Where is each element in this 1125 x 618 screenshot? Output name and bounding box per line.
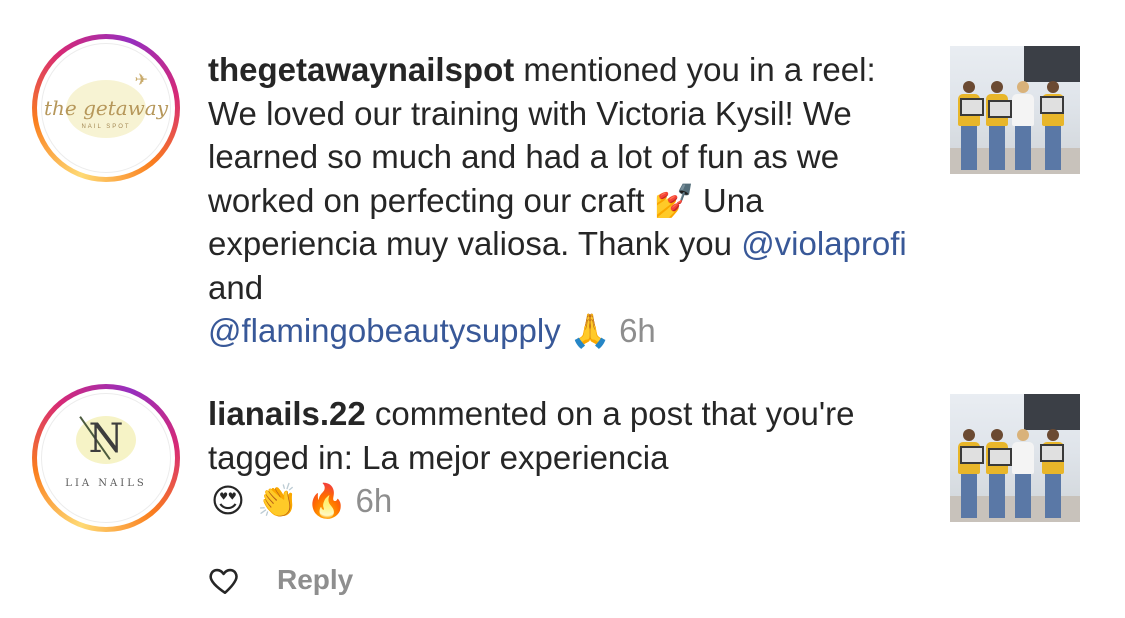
username[interactable]: lianails.22 xyxy=(208,395,366,432)
message-text xyxy=(561,312,570,349)
heart-eyes-emoji: 😍 xyxy=(210,481,246,520)
fire-emoji: 🔥 xyxy=(306,481,348,520)
logo-script-text: the getaway xyxy=(43,96,169,120)
notification-item[interactable]: ✈ the getaway NAIL SPOT thegetawaynailsp… xyxy=(0,34,1125,364)
post-thumbnail[interactable] xyxy=(950,394,1080,522)
logo-monogram: N xyxy=(88,416,124,462)
avatar[interactable]: N LIA NAILS xyxy=(32,384,180,532)
notification-text: thegetawaynailspot mentioned you in a re… xyxy=(208,48,928,353)
comment-actions: Reply xyxy=(208,560,353,600)
logo-subtitle-text: NAIL SPOT xyxy=(81,124,131,130)
clapping-hands-emoji: 👏 xyxy=(257,481,299,520)
post-thumbnail[interactable] xyxy=(950,46,1080,174)
username[interactable]: thegetawaynailspot xyxy=(208,51,514,88)
notification-text: lianails.22 commented on a post that you… xyxy=(208,392,928,523)
timestamp: 6h xyxy=(355,482,393,519)
lia-nails-logo: N LIA NAILS xyxy=(41,393,171,523)
avatar[interactable]: ✈ the getaway NAIL SPOT xyxy=(32,34,180,182)
timestamp: 6h xyxy=(619,312,656,349)
mention-link[interactable]: @violaprofi xyxy=(741,225,907,262)
reply-button[interactable]: Reply xyxy=(277,564,353,596)
folded-hands-emoji: 🙏 xyxy=(569,311,611,350)
notification-item[interactable]: N LIA NAILS lianails.22 commented on a p… xyxy=(0,384,1125,544)
getaway-logo: ✈ the getaway NAIL SPOT xyxy=(41,43,171,173)
logo-wordmark: LIA NAILS xyxy=(65,478,147,489)
airplane-icon: ✈ xyxy=(134,72,148,89)
message-text: and xyxy=(208,268,264,306)
mention-link[interactable]: @flamingobeautysupply xyxy=(208,312,561,349)
nail-polish-emoji: 💅 xyxy=(653,180,695,220)
heart-outline-icon[interactable] xyxy=(208,563,242,597)
